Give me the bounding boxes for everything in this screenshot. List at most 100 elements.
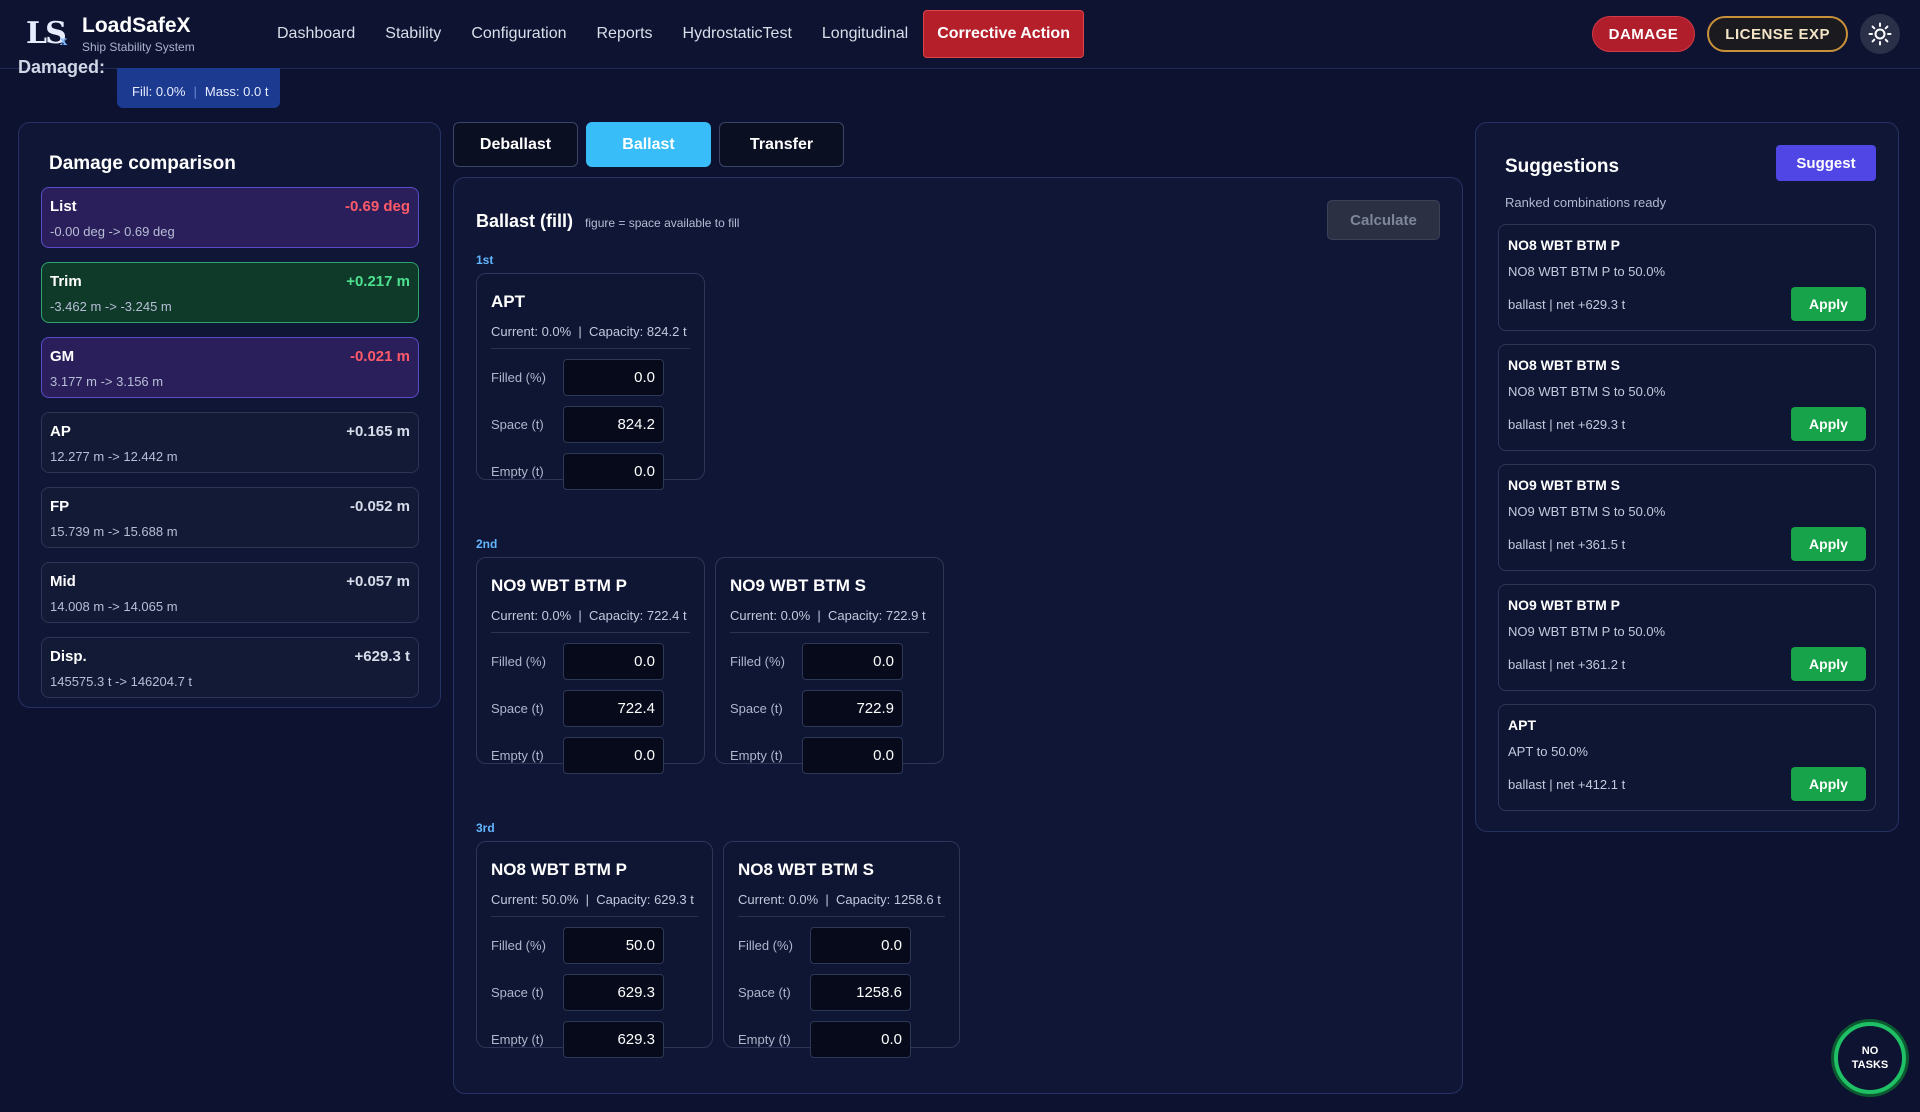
metric-displacement: Disp. +629.3 t 145575.3 t -> 146204.7 t xyxy=(41,637,419,698)
tank-name: NO8 WBT BTM P xyxy=(491,860,627,879)
metric-trim: Trim +0.217 m -3.462 m -> -3.245 m xyxy=(41,262,419,323)
suggestion-item: NO8 WBT BTM S NO8 WBT BTM S to 50.0% bal… xyxy=(1498,344,1876,451)
license-badge[interactable]: LICENSE EXP xyxy=(1707,16,1848,52)
suggestions-title: Suggestions xyxy=(1505,156,1620,177)
space-input[interactable]: 824.2 xyxy=(563,406,664,443)
metric-delta: +0.057 m xyxy=(346,573,410,590)
metric-ap: AP +0.165 m 12.277 m -> 12.442 m xyxy=(41,412,419,473)
ballast-hint: figure = space available to fill xyxy=(585,216,740,230)
tank-info: Current: 0.0% | Capacity: 722.4 t xyxy=(491,608,690,633)
suggestions-panel: Suggestions Suggest Ranked combinations … xyxy=(1475,122,1899,832)
metric-delta: +0.217 m xyxy=(346,273,410,290)
filled-input[interactable]: 0.0 xyxy=(810,927,911,964)
metric-range: 145575.3 t -> 146204.7 t xyxy=(50,674,193,689)
metric-range: 14.008 m -> 14.065 m xyxy=(50,599,178,614)
space-input[interactable]: 629.3 xyxy=(563,974,664,1011)
tank-name: NO9 WBT BTM S xyxy=(730,576,866,595)
damaged-mass: Mass: 0.0 t xyxy=(204,84,269,99)
group-label-3rd: 3rd xyxy=(476,821,495,835)
filled-input[interactable]: 0.0 xyxy=(563,359,664,396)
metric-fp: FP -0.052 m 15.739 m -> 15.688 m xyxy=(41,487,419,548)
tank-card-no8-wbt-btm-p: NO8 WBT BTM P Current: 50.0% | Capacity:… xyxy=(476,841,713,1058)
empty-input[interactable]: 629.3 xyxy=(563,1021,664,1058)
tab-transfer[interactable]: Transfer xyxy=(719,122,844,167)
metric-range: 3.177 m -> 3.156 m xyxy=(50,374,164,389)
filled-input[interactable]: 0.0 xyxy=(802,643,903,680)
space-input[interactable]: 722.4 xyxy=(563,690,664,727)
metric-range: 12.277 m -> 12.442 m xyxy=(50,449,178,464)
empty-input[interactable]: 0.0 xyxy=(810,1021,911,1058)
tank-info: Current: 0.0% | Capacity: 824.2 t xyxy=(491,324,690,349)
damaged-label: Damaged: xyxy=(18,57,106,77)
nav-stability[interactable]: Stability xyxy=(370,10,456,58)
nav-configuration[interactable]: Configuration xyxy=(456,10,581,58)
filled-input[interactable]: 0.0 xyxy=(563,643,664,680)
empty-input[interactable]: 0.0 xyxy=(563,453,664,490)
main-nav: Dashboard Stability Configuration Report… xyxy=(262,0,1084,69)
app-name: LoadSafeX xyxy=(82,14,191,37)
apply-button[interactable]: Apply xyxy=(1791,407,1866,441)
apply-button[interactable]: Apply xyxy=(1791,527,1866,561)
nav-longitudinal[interactable]: Longitudinal xyxy=(807,10,923,58)
brand[interactable]: LS x LoadSafeX Ship Stability System xyxy=(24,12,256,56)
tank-name: NO8 WBT BTM S xyxy=(738,860,874,879)
metric-range: -3.462 m -> -3.245 m xyxy=(50,299,172,314)
sun-icon xyxy=(1868,22,1892,46)
nav-reports[interactable]: Reports xyxy=(581,10,667,58)
space-input[interactable]: 722.9 xyxy=(802,690,903,727)
metric-range: -0.00 deg -> 0.69 deg xyxy=(50,224,175,239)
top-bar: LS x LoadSafeX Ship Stability System Das… xyxy=(0,0,1920,69)
group-label-1st: 1st xyxy=(476,253,494,267)
metric-delta: -0.021 m xyxy=(349,348,410,365)
nav-hydrostatic-test[interactable]: HydrostaticTest xyxy=(668,10,807,58)
damage-comparison-panel: Damage comparison List -0.69 deg -0.00 d… xyxy=(18,122,441,708)
theme-toggle-button[interactable] xyxy=(1860,14,1900,54)
metric-range: 15.739 m -> 15.688 m xyxy=(50,524,178,539)
metric-delta: -0.69 deg xyxy=(344,198,410,215)
group-label-2nd: 2nd xyxy=(476,537,498,551)
mode-tabs: Deballast Ballast Transfer xyxy=(453,122,844,167)
ballast-panel: Ballast (fill) figure = space available … xyxy=(453,177,1463,1094)
tank-card-no9-wbt-btm-s: NO9 WBT BTM S Current: 0.0% | Capacity: … xyxy=(715,557,944,774)
filled-input[interactable]: 50.0 xyxy=(563,927,664,964)
damage-badge[interactable]: DAMAGE xyxy=(1591,16,1696,52)
apply-button[interactable]: Apply xyxy=(1791,647,1866,681)
damaged-fill: Fill: 0.0% xyxy=(132,84,186,99)
tank-card-no9-wbt-btm-p: NO9 WBT BTM P Current: 0.0% | Capacity: … xyxy=(476,557,705,774)
nav-corrective-action[interactable]: Corrective Action xyxy=(923,10,1084,58)
tab-deballast[interactable]: Deballast xyxy=(453,122,578,167)
metric-delta: -0.052 m xyxy=(349,498,410,515)
tank-card-apt: APT Current: 0.0% | Capacity: 824.2 t Fi… xyxy=(476,273,705,490)
metric-delta: +629.3 t xyxy=(354,648,410,665)
metric-delta: +0.165 m xyxy=(346,423,410,440)
space-input[interactable]: 1258.6 xyxy=(810,974,911,1011)
tank-info: Current: 0.0% | Capacity: 1258.6 t xyxy=(738,892,945,917)
damage-comparison-title: Damage comparison xyxy=(49,153,236,174)
calculate-button[interactable]: Calculate xyxy=(1327,200,1440,240)
tab-ballast[interactable]: Ballast xyxy=(586,122,711,167)
suggestion-item: APT APT to 50.0% ballast | net +412.1 t … xyxy=(1498,704,1876,811)
tank-name: APT xyxy=(491,292,525,311)
suggest-button[interactable]: Suggest xyxy=(1776,145,1876,181)
suggestion-item: NO9 WBT BTM P NO9 WBT BTM P to 50.0% bal… xyxy=(1498,584,1876,691)
tasks-indicator[interactable]: NO TASKS xyxy=(1834,1022,1906,1094)
metric-gm: GM -0.021 m 3.177 m -> 3.156 m xyxy=(41,337,419,398)
apply-button[interactable]: Apply xyxy=(1791,287,1866,321)
suggestions-status: Ranked combinations ready xyxy=(1505,195,1667,210)
empty-input[interactable]: 0.0 xyxy=(802,737,903,774)
tank-info: Current: 50.0% | Capacity: 629.3 t xyxy=(491,892,698,917)
app-subtitle: Ship Stability System xyxy=(82,40,195,54)
tank-info: Current: 0.0% | Capacity: 722.9 t xyxy=(730,608,929,633)
suggestion-item: NO9 WBT BTM S NO9 WBT BTM S to 50.0% bal… xyxy=(1498,464,1876,571)
suggestion-item: NO8 WBT BTM P NO8 WBT BTM P to 50.0% bal… xyxy=(1498,224,1876,331)
apply-button[interactable]: Apply xyxy=(1791,767,1866,801)
tank-name: NO9 WBT BTM P xyxy=(491,576,627,595)
app-logo: LS x xyxy=(26,16,68,51)
metric-mid: Mid +0.057 m 14.008 m -> 14.065 m xyxy=(41,562,419,623)
empty-input[interactable]: 0.0 xyxy=(563,737,664,774)
ballast-title: Ballast (fill) xyxy=(476,211,574,231)
metric-list: List -0.69 deg -0.00 deg -> 0.69 deg xyxy=(41,187,419,248)
damaged-tank-chip[interactable]: Fill: 0.0% | Mass: 0.0 t xyxy=(117,68,280,108)
tank-card-no8-wbt-btm-s: NO8 WBT BTM S Current: 0.0% | Capacity: … xyxy=(723,841,960,1058)
nav-dashboard[interactable]: Dashboard xyxy=(262,10,370,58)
